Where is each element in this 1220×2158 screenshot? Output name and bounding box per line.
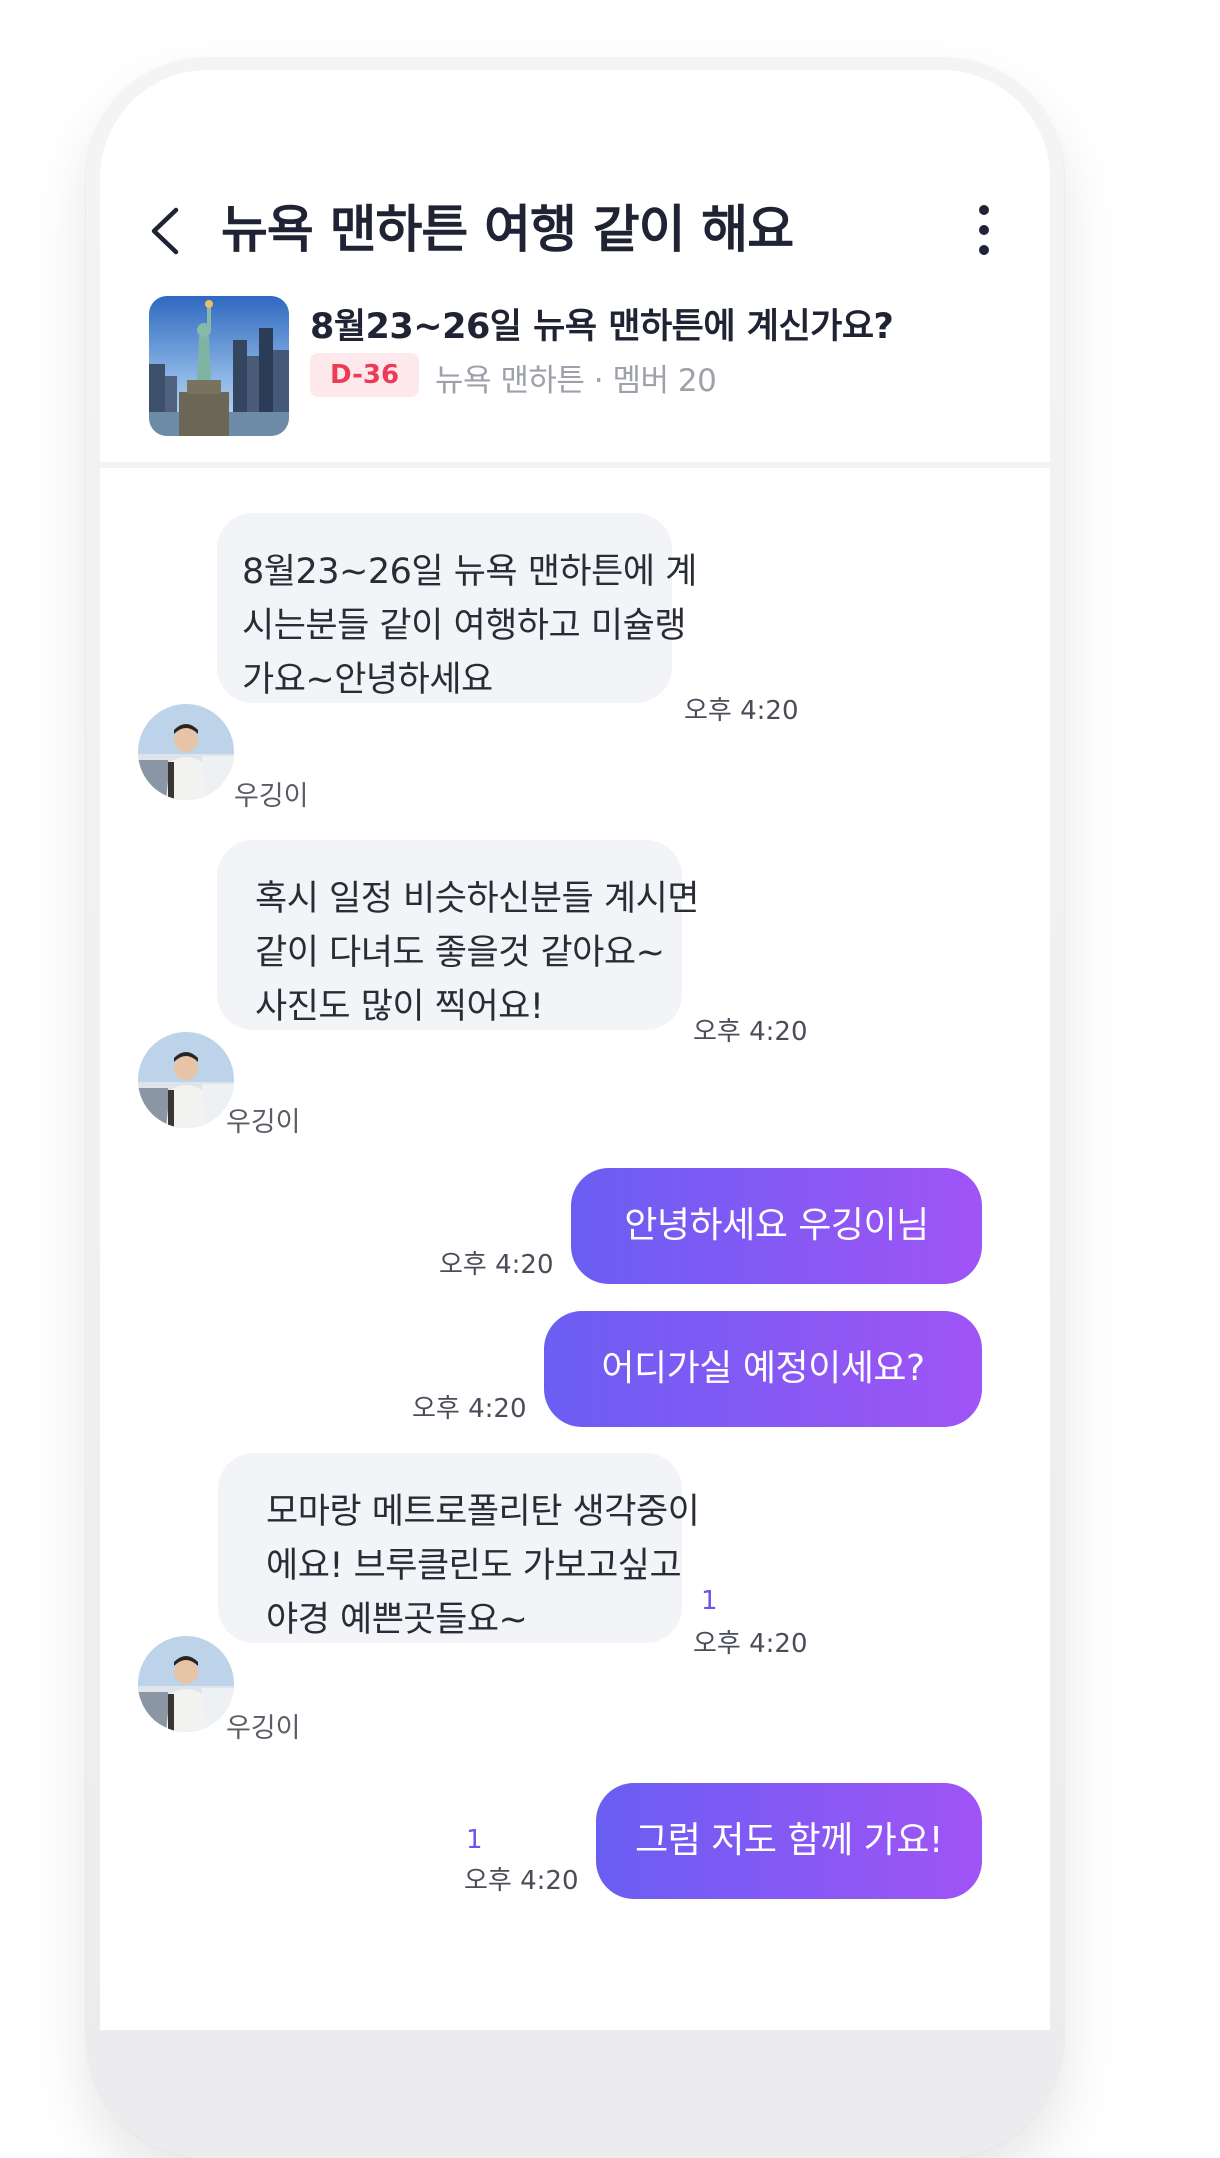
message-bubble-incoming[interactable]: 혹시 일정 비슷하신분들 계시면 같이 다녀도 좋을것 같아요~ 사진도 많이 … — [217, 840, 699, 1030]
more-vertical-icon — [979, 205, 989, 255]
unread-count: 1 — [701, 1586, 718, 1616]
user-avatar-image — [138, 704, 234, 800]
message-line: 모마랑 메트로폴리탄 생각중이 — [266, 1492, 700, 1532]
room-title: 8월23~26일 뉴욕 맨하튼에 계신가요? — [310, 307, 894, 347]
unread-count: 1 — [466, 1825, 483, 1855]
message-line: 가요~안녕하세요 — [242, 660, 493, 700]
user-avatar-image — [138, 1032, 234, 1128]
chat-screen: 뉴욕 맨하튼 여행 같이 해요 8월23~26일 뉴욕 맨하튼에 계신가요? D… — [100, 70, 1050, 2030]
message-bubble-outgoing[interactable]: 그럼 저도 함께 가요! — [596, 1783, 982, 1899]
message-time: 오후 4:20 — [684, 696, 799, 726]
sender-name: 우깅이 — [234, 781, 309, 812]
message-line: 혹시 일정 비슷하신분들 계시면 — [255, 879, 699, 919]
page-title: 뉴욕 맨하튼 여행 같이 해요 — [221, 201, 794, 260]
chevron-left-icon — [151, 207, 179, 255]
message-line: 같이 다녀도 좋을것 같아요~ — [255, 933, 665, 973]
message-line: 8월23~26일 뉴욕 맨하튼에 계 — [242, 552, 697, 592]
message-time: 오후 4:20 — [693, 1017, 808, 1047]
sender-name: 우깅이 — [226, 1107, 301, 1138]
message-bubble-incoming[interactable]: 8월23~26일 뉴욕 맨하튼에 계 시는분들 같이 여행하고 미슐랭 가요~안… — [217, 513, 697, 703]
more-button[interactable] — [976, 190, 1016, 270]
message-line: 사진도 많이 찍어요! — [255, 987, 544, 1027]
message-bubble-incoming[interactable]: 모마랑 메트로폴리탄 생각중이 에요! 브루클린도 가보고싶고 야경 예쁜곳들요… — [218, 1453, 700, 1643]
statue-of-liberty-image — [149, 296, 289, 436]
back-button[interactable] — [138, 190, 198, 270]
avatar[interactable] — [138, 1636, 234, 1732]
user-avatar-image — [138, 1636, 234, 1732]
message-line: 에요! 브루클린도 가보고싶고 — [266, 1546, 682, 1586]
room-thumbnail[interactable] — [149, 296, 289, 436]
header-divider — [100, 462, 1050, 468]
message-time: 오후 4:20 — [439, 1250, 554, 1280]
avatar[interactable] — [138, 1032, 234, 1128]
message-bubble-outgoing[interactable]: 어디가실 예정이세요? — [544, 1311, 982, 1427]
message-time: 오후 4:20 — [464, 1866, 579, 1896]
message-time: 오후 4:20 — [693, 1629, 808, 1659]
avatar[interactable] — [138, 704, 234, 800]
message-bubble-outgoing[interactable]: 안녕하세요 우깅이님 — [571, 1168, 982, 1284]
dday-badge: D-36 — [310, 353, 420, 397]
message-line: 야경 예쁜곳들요~ — [266, 1600, 528, 1640]
message-time: 오후 4:20 — [412, 1394, 527, 1424]
sender-name: 우깅이 — [226, 1713, 301, 1744]
chat-header: 뉴욕 맨하튼 여행 같이 해요 8월23~26일 뉴욕 맨하튼에 계신가요? D… — [100, 70, 1050, 460]
message-line: 시는분들 같이 여행하고 미슐랭 — [242, 606, 686, 646]
room-meta: 뉴욕 맨하튼 · 멤버 20 — [435, 363, 717, 399]
